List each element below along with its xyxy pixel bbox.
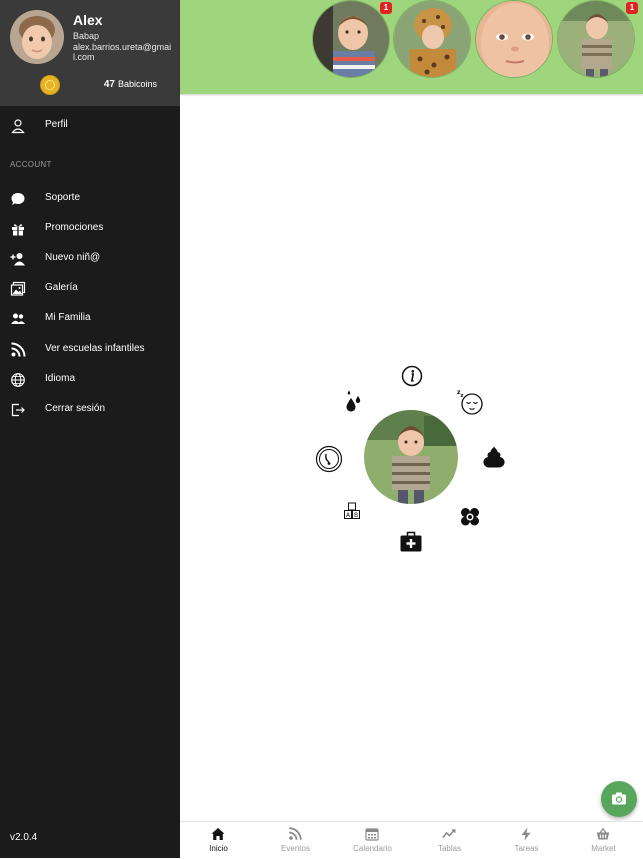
family-icon — [11, 313, 25, 324]
tab-calendario[interactable]: Calendario — [334, 822, 411, 859]
calendar-icon — [365, 828, 379, 841]
pacifier-icon[interactable] — [315, 445, 343, 473]
app-version: v2.0.4 — [10, 832, 38, 843]
svg-text:z: z — [461, 393, 464, 399]
home-icon — [211, 828, 225, 840]
svg-text:B: B — [354, 512, 358, 519]
menu-item-logout[interactable]: Cerrar sesión — [0, 396, 180, 424]
person-outline-icon — [11, 119, 25, 134]
sleep-face-icon[interactable]: zz — [457, 388, 485, 416]
babicoin-icon — [40, 75, 60, 95]
tab-tareas[interactable]: Tareas — [488, 822, 565, 859]
camera-icon — [612, 792, 626, 805]
profile-panel: Alex Babap alex.barrios.ureta@gmail.com … — [0, 0, 180, 106]
info-icon[interactable] — [400, 364, 424, 388]
sidebar: Alex Babap alex.barrios.ureta@gmail.com … — [0, 0, 180, 858]
tab-label-tareas: Tareas — [514, 844, 539, 853]
gift-icon — [12, 224, 24, 236]
gallery-icon — [10, 281, 26, 296]
flower-icon[interactable] — [458, 505, 482, 529]
coins-count: 47 — [103, 79, 115, 90]
menu-label-family: Mi Familia — [45, 312, 91, 323]
menu-label-language: Idioma — [45, 373, 76, 384]
rss-feed-icon — [11, 342, 26, 357]
user-email: alex.barrios.ureta@gmail.com — [73, 42, 172, 62]
first-aid-kit-icon[interactable] — [399, 530, 423, 554]
menu-item-promotions[interactable]: Promociones — [0, 215, 180, 243]
tab-label-market: Market — [591, 844, 616, 853]
menu-item-profile[interactable]: Perfil — [0, 112, 180, 140]
menu-label-gallery: Galería — [45, 282, 78, 293]
menu-item-gallery[interactable]: Galería — [0, 275, 180, 303]
toy-blocks-icon[interactable]: AB — [342, 502, 362, 522]
svg-text:A: A — [346, 512, 351, 519]
bottom-tab-bar: Inicio Eventos Calendario Tablas Tareas … — [180, 821, 643, 859]
user-subtitle: Babap — [73, 31, 100, 41]
menu-label-logout: Cerrar sesión — [45, 403, 106, 414]
user-avatar[interactable] — [10, 10, 64, 64]
tab-label-inicio: Inicio — [209, 844, 228, 853]
tab-label-tablas: Tablas — [437, 844, 462, 853]
selected-child-photo[interactable] — [364, 410, 458, 504]
child-avatar-2[interactable] — [393, 0, 471, 78]
water-drops-icon[interactable] — [341, 390, 365, 414]
tab-label-eventos: Eventos — [281, 844, 310, 853]
menu-item-language[interactable]: Idioma — [0, 366, 180, 394]
user-name: Alex — [73, 12, 103, 28]
add-person-icon — [10, 253, 25, 266]
child-badge-1: 1 — [380, 2, 392, 14]
menu-label-new-child: Nuevo niñ@ — [45, 252, 101, 263]
menu-label-profile: Perfil — [45, 119, 68, 130]
child-badge-4: 1 — [626, 2, 638, 14]
menu-label-promotions: Promociones — [45, 222, 104, 233]
trend-chart-icon — [442, 829, 456, 839]
menu-label-schools: Ver escuelas infantiles — [45, 343, 145, 354]
chat-bubble-icon — [11, 193, 25, 205]
coins-balance: 47 Babicoins — [104, 79, 157, 90]
menu-item-schools[interactable]: Ver escuelas infantiles — [0, 336, 180, 364]
poop-icon[interactable] — [482, 445, 506, 469]
logout-icon — [11, 403, 25, 417]
children-banner: 1 1 — [180, 0, 643, 94]
tab-label-calendario: Calendario — [353, 844, 392, 853]
child-avatar-1[interactable] — [312, 0, 390, 78]
menu-item-support[interactable]: Soporte — [0, 185, 180, 213]
tab-inicio[interactable]: Inicio — [180, 822, 257, 859]
child-avatar-3[interactable] — [475, 0, 553, 78]
camera-button[interactable] — [601, 781, 637, 817]
tab-tablas[interactable]: Tablas — [411, 822, 488, 859]
tab-eventos[interactable]: Eventos — [257, 822, 334, 859]
tab-market[interactable]: Market — [565, 822, 642, 859]
menu-item-new-child[interactable]: Nuevo niñ@ — [0, 245, 180, 273]
globe-icon — [11, 373, 25, 387]
coins-label: Babicoins — [117, 79, 157, 89]
shopping-basket-icon — [596, 827, 610, 840]
lightning-bolt-icon — [521, 827, 531, 841]
menu-label-support: Soporte — [45, 192, 81, 203]
menu-item-family[interactable]: Mi Familia — [0, 305, 180, 333]
rss-feed-icon — [289, 827, 302, 840]
child-avatar-4[interactable] — [557, 0, 635, 78]
section-header-account: ACCOUNT — [10, 160, 52, 169]
